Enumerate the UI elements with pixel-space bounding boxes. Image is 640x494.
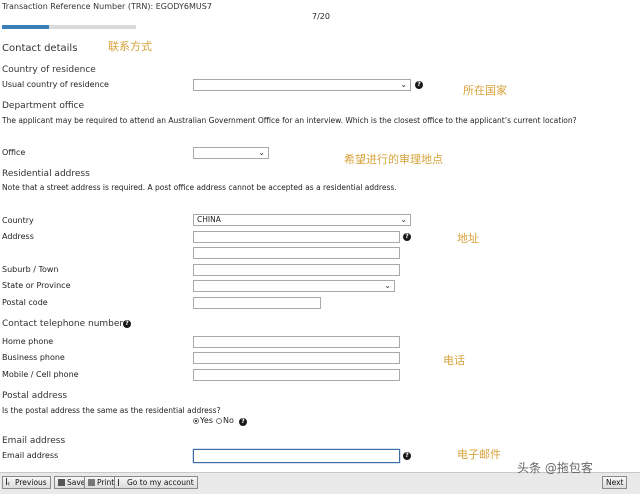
suburb-input[interactable] xyxy=(193,264,400,276)
annotation-country: 所在国家 xyxy=(463,84,507,97)
save-icon xyxy=(58,479,65,486)
annotation-contact: 联系方式 xyxy=(108,40,152,53)
help-icon[interactable]: ? xyxy=(403,452,411,460)
contact-details-title: Contact details xyxy=(2,43,78,54)
section-email-address: Email address xyxy=(2,436,66,446)
page-indicator: 7/20 xyxy=(312,12,330,21)
help-icon[interactable]: ? xyxy=(403,233,411,241)
postal-no-radio[interactable] xyxy=(216,418,222,424)
suburb-label: Suburb / Town xyxy=(2,265,59,274)
help-icon[interactable]: ? xyxy=(239,418,247,426)
office-label: Office xyxy=(2,148,26,157)
country-select[interactable]: CHINA ⌄ xyxy=(193,214,411,226)
postal-no-label: No xyxy=(223,416,234,425)
usual-country-select[interactable]: ⌄ xyxy=(193,79,411,91)
annotation-email: 电子邮件 xyxy=(457,448,501,461)
next-button[interactable]: Next xyxy=(602,476,628,489)
section-postal-address: Postal address xyxy=(2,391,68,401)
home-phone-label: Home phone xyxy=(2,337,54,346)
go-to-account-button[interactable]: Go to my account xyxy=(114,476,198,489)
residential-note: Note that a street address is required. … xyxy=(2,183,397,192)
annotation-address: 地址 xyxy=(457,232,479,245)
chevron-down-icon: ⌄ xyxy=(400,215,407,224)
email-input[interactable] xyxy=(193,449,400,463)
printer-icon xyxy=(88,479,95,486)
progress-fill xyxy=(2,25,49,29)
postal-code-label: Postal code xyxy=(2,298,48,307)
postal-yes-radio[interactable] xyxy=(193,418,199,424)
help-icon[interactable]: ? xyxy=(415,81,423,89)
arrow-left-icon: ‹ xyxy=(6,478,13,488)
help-icon[interactable]: ? xyxy=(123,320,131,328)
state-label: State or Province xyxy=(2,281,71,290)
chevron-down-icon: ⌄ xyxy=(384,281,391,290)
previous-button[interactable]: ‹ Previous xyxy=(2,476,51,489)
business-phone-label: Business phone xyxy=(2,353,65,362)
country-label: Country xyxy=(2,216,34,225)
section-country-of-residence: Country of residence xyxy=(2,65,96,75)
address-label: Address xyxy=(2,232,34,241)
postal-question: Is the postal address the same as the re… xyxy=(2,406,221,415)
chevron-down-icon: ⌄ xyxy=(258,148,265,157)
office-note: The applicant may be required to attend … xyxy=(2,116,577,125)
section-residential-address: Residential address xyxy=(2,169,90,179)
annotation-phone: 电话 xyxy=(443,354,465,367)
office-select[interactable]: ⌄ xyxy=(193,147,269,159)
mobile-phone-input[interactable] xyxy=(193,369,400,381)
arrow-left-icon xyxy=(118,479,125,486)
usual-country-label: Usual country of residence xyxy=(2,80,109,89)
mobile-phone-label: Mobile / Cell phone xyxy=(2,370,79,379)
address-line2-input[interactable] xyxy=(193,247,400,259)
watermark-text: 头条 @拖包客 xyxy=(517,461,593,475)
annotation-office: 希望进行的审理地点 xyxy=(344,153,443,166)
chevron-down-icon: ⌄ xyxy=(400,80,407,89)
email-label: Email address xyxy=(2,451,59,460)
home-phone-input[interactable] xyxy=(193,336,400,348)
postal-yes-label: Yes xyxy=(200,416,213,425)
trn-label: Transaction Reference Number (TRN): EGOD… xyxy=(2,2,212,11)
postal-code-input[interactable] xyxy=(193,297,321,309)
section-contact-telephone: Contact telephone numbers xyxy=(2,319,128,329)
address-line1-input[interactable] xyxy=(193,231,400,243)
business-phone-input[interactable] xyxy=(193,352,400,364)
progress-track xyxy=(2,25,136,29)
section-department-office: Department office xyxy=(2,101,85,111)
state-select[interactable]: ⌄ xyxy=(193,280,395,292)
